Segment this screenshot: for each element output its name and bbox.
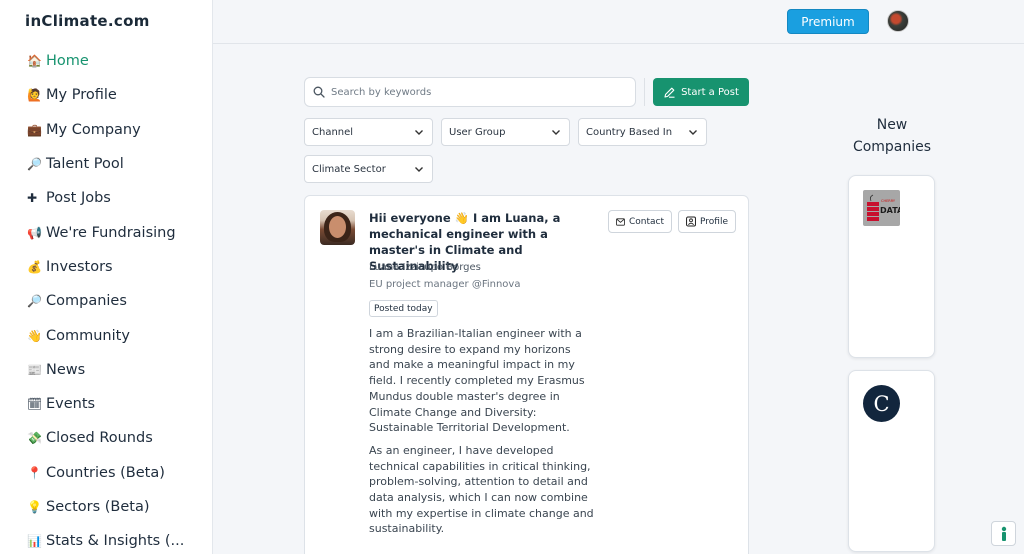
sidebar-item-sectors[interactable]: 💡 Sectors (Beta) — [27, 490, 184, 524]
user-avatar[interactable] — [887, 10, 909, 32]
post-body: I am a Brazilian-Italian engineer with a… — [369, 326, 594, 544]
light-bulb-icon: 💡 — [27, 500, 42, 514]
post-paragraph: As an engineer, I have developed technic… — [369, 443, 594, 536]
sidebar-item-news[interactable]: 📰 News — [27, 353, 184, 387]
chevron-down-icon — [689, 129, 697, 135]
help-button[interactable] — [991, 521, 1016, 546]
envelope-icon — [616, 217, 625, 226]
premium-button[interactable]: Premium — [787, 9, 869, 34]
sidebar-item-label: Closed Rounds — [46, 430, 153, 447]
sidebar-item-label: Home — [46, 53, 89, 70]
raised-hand-icon: 🙋 — [27, 88, 42, 103]
chevron-down-icon — [415, 129, 423, 135]
sidebar-item-community[interactable]: 👋 Community — [27, 318, 184, 352]
chevron-down-icon — [552, 129, 560, 135]
company-card[interactable]: CHERRY DATA — [848, 175, 935, 358]
cherry-data-emblem — [867, 194, 879, 221]
sidebar-item-label: Countries (Beta) — [46, 464, 165, 481]
sidebar-item-home[interactable]: 🏠 Home — [27, 44, 184, 78]
sidebar-item-my-company[interactable]: 💼 My Company — [27, 113, 184, 147]
profile-icon — [686, 216, 696, 227]
sidebar-item-label: Investors — [46, 258, 113, 275]
start-post-label: Start a Post — [681, 86, 739, 98]
sidebar-item-talent-pool[interactable]: 🔎 Talent Pool — [27, 147, 184, 181]
magnifier-icon: 🔎 — [27, 294, 42, 309]
sidebar-item-label: Events — [46, 396, 96, 413]
sidebar-item-label: We're Fundraising — [46, 224, 176, 241]
sidebar-item-label: Companies — [46, 293, 127, 310]
sidebar-item-label: Talent Pool — [46, 156, 124, 173]
country-select[interactable]: Country Based In — [578, 118, 707, 146]
top-bar: Premium — [213, 0, 1024, 44]
pencil-icon — [664, 87, 675, 98]
sidebar-item-countries[interactable]: 📍 Countries (Beta) — [27, 456, 184, 490]
divider — [644, 78, 645, 106]
sidebar-item-my-profile[interactable]: 🙋 My Profile — [27, 78, 184, 112]
data-text: DATA — [880, 206, 900, 215]
sidebar-item-closed-rounds[interactable]: 💸 Closed Rounds — [27, 421, 184, 455]
sidebar-item-label: My Profile — [46, 87, 117, 104]
company-card[interactable]: C — [848, 370, 935, 552]
climate-sector-select-value: Climate Sector — [312, 163, 386, 175]
search-box[interactable] — [304, 77, 636, 107]
contact-label: Contact — [628, 216, 664, 227]
new-companies-heading: New Companies — [852, 117, 932, 155]
avatar-face — [329, 216, 346, 238]
profile-button[interactable]: Profile — [678, 210, 736, 233]
posted-badge: Posted today — [369, 300, 438, 317]
briefcase-icon: 💼 — [27, 122, 42, 137]
profile-label: Profile — [700, 216, 728, 227]
climate-sector-select[interactable]: Climate Sector — [304, 155, 433, 183]
author-name[interactable]: Luana Izzicupo Borges — [369, 262, 481, 273]
site-logo[interactable]: inClimate.com — [25, 12, 150, 30]
cherry-text: CHERRY — [881, 199, 896, 203]
user-group-select[interactable]: User Group — [441, 118, 570, 146]
sidebar-item-investors[interactable]: 💰 Investors — [27, 250, 184, 284]
company-logo-letter: C — [873, 391, 890, 416]
sidebar-item-stats[interactable]: 📊 Stats & Insights (... — [27, 524, 184, 554]
contact-button[interactable]: Contact — [608, 210, 672, 233]
sidebar-item-companies[interactable]: 🔎 Companies — [27, 284, 184, 318]
newspaper-icon: 📰 — [27, 362, 42, 377]
user-group-select-value: User Group — [449, 126, 506, 138]
channel-select-value: Channel — [312, 126, 354, 138]
waving-hand-icon: 👋 — [27, 328, 42, 343]
help-person-icon — [1001, 526, 1006, 541]
sidebar-item-label: Stats & Insights (... — [46, 533, 185, 550]
sidebar-item-events[interactable]: 🗓 Events — [27, 387, 184, 421]
author-role: EU project manager @Finnova — [369, 279, 521, 290]
channel-select[interactable]: Channel — [304, 118, 433, 146]
search-icon — [313, 86, 325, 98]
sidebar-item-post-jobs[interactable]: ✚ Post Jobs — [27, 181, 184, 215]
sidebar-item-label: Community — [46, 327, 130, 344]
sidebar-item-label: My Company — [46, 121, 141, 138]
money-bag-icon: 💰 — [27, 259, 42, 274]
megaphone-icon: 📢 — [27, 225, 42, 240]
sidebar-item-fundraising[interactable]: 📢 We're Fundraising — [27, 215, 184, 249]
bar-chart-icon: 📊 — [27, 534, 42, 549]
pin-icon: 📍 — [27, 465, 42, 480]
money-wings-icon: 💸 — [27, 431, 42, 446]
sidebar-item-label: Post Jobs — [46, 190, 111, 207]
company-logo: C — [863, 385, 900, 422]
chevron-down-icon — [415, 166, 423, 172]
sidebar: inClimate.com 🏠 Home 🙋 My Profile 💼 My Comp… — [0, 0, 213, 554]
magnifier-icon: 🔎 — [27, 157, 42, 172]
sidebar-item-label: News — [46, 361, 86, 378]
home-icon: 🏠 — [27, 54, 42, 69]
author-avatar[interactable] — [320, 210, 355, 245]
start-post-button[interactable]: Start a Post — [653, 78, 749, 106]
cherry-data-logo: CHERRY DATA — [863, 190, 900, 226]
post-paragraph: I am a Brazilian-Italian engineer with a… — [369, 327, 585, 435]
sidebar-item-label: Sectors (Beta) — [46, 499, 150, 515]
sidebar-nav: 🏠 Home 🙋 My Profile 💼 My Company 🔎 Talent Po… — [27, 44, 184, 554]
country-select-value: Country Based In — [586, 126, 673, 138]
search-input[interactable] — [331, 86, 611, 98]
plus-icon: ✚ — [27, 191, 38, 206]
post-card: Hii everyone 👋 I am Luana, a mechanical … — [304, 195, 749, 554]
calendar-icon: 🗓 — [27, 397, 43, 412]
